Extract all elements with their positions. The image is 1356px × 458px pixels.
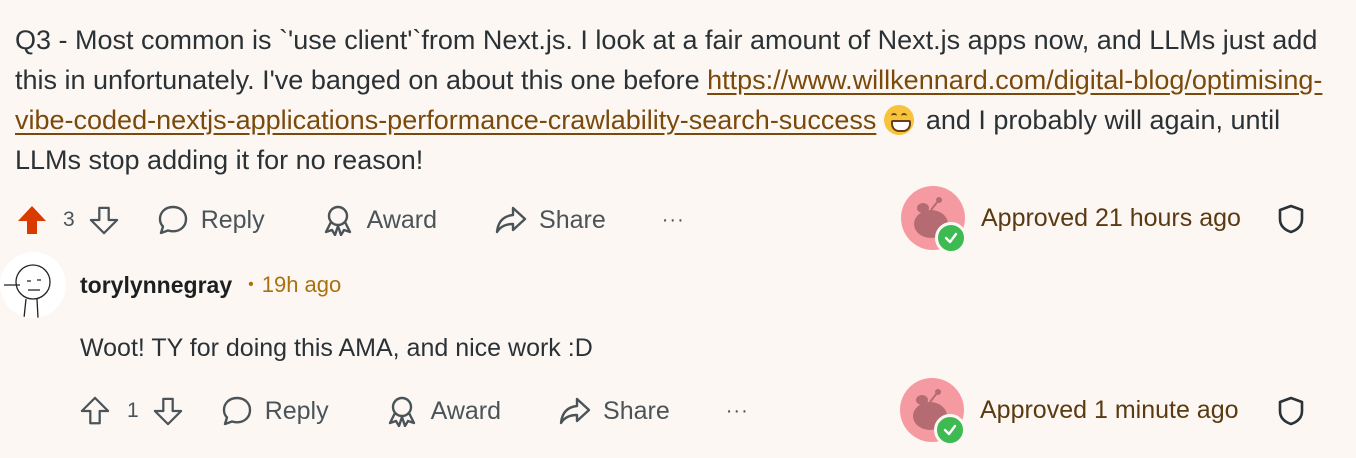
reply-button[interactable]: Reply (221, 395, 329, 427)
comment-timestamp[interactable]: 19h ago (262, 272, 342, 298)
share-button[interactable]: Share (559, 396, 670, 426)
share-label: Share (539, 205, 606, 234)
reply-button[interactable]: Reply (157, 204, 265, 236)
downvote-icon (89, 206, 118, 235)
share-icon (559, 397, 591, 425)
approved-status-text: Approved 21 hours ago (981, 203, 1241, 232)
separator-dot: • (248, 276, 254, 293)
mod-avatar (900, 378, 966, 446)
award-label: Award (430, 396, 502, 425)
more-options-button[interactable]: ··· (662, 209, 685, 232)
comment-body: Woot! TY for doing this AMA, and nice wo… (80, 334, 593, 362)
upvote-filled-icon (18, 206, 46, 234)
share-label: Share (603, 396, 670, 425)
comment-bubble-icon (158, 205, 187, 235)
comment-author-row: torylynnegray • 19h ago (0, 252, 341, 318)
share-icon (495, 206, 527, 234)
reply-label: Reply (200, 205, 265, 234)
award-label: Award (366, 205, 438, 234)
shield-icon[interactable] (1278, 396, 1304, 426)
upvote-button[interactable] (80, 396, 110, 426)
user-avatar[interactable] (0, 252, 66, 318)
award-icon (324, 205, 351, 236)
approved-check-icon (934, 414, 966, 446)
award-button[interactable]: Award (387, 395, 501, 427)
moderation-status: Approved 21 hours ago (901, 186, 1241, 254)
downvote-button[interactable] (89, 205, 119, 235)
approved-status-text: Approved 1 minute ago (980, 395, 1239, 424)
vote-count: 1 (127, 399, 139, 422)
shield-icon[interactable] (1278, 204, 1304, 234)
award-icon (388, 396, 415, 427)
upvote-button[interactable] (16, 204, 48, 236)
comment-action-bar: 1 Reply Award Share ··· (80, 383, 749, 439)
upvote-icon (80, 396, 110, 425)
award-button[interactable]: Award (323, 204, 437, 236)
comment-bubble-icon (222, 396, 251, 426)
username[interactable]: torylynnegray (80, 272, 232, 299)
vote-count: 3 (63, 208, 75, 231)
approved-check-icon (935, 222, 967, 254)
downvote-icon (153, 397, 182, 426)
share-button[interactable]: Share (495, 205, 606, 235)
downvote-button[interactable] (153, 396, 183, 426)
more-options-button[interactable]: ··· (726, 400, 749, 423)
moderation-status: Approved 1 minute ago (900, 378, 1239, 446)
reply-label: Reply (264, 396, 329, 425)
mod-avatar (901, 186, 967, 254)
grinning-face-icon (884, 105, 915, 135)
sketch-avatar-icon (4, 264, 51, 318)
comment-body: Q3 - Most common is `'use client'`from N… (15, 20, 1335, 180)
comment-action-bar: 3 Reply Award Share ··· (16, 192, 685, 248)
